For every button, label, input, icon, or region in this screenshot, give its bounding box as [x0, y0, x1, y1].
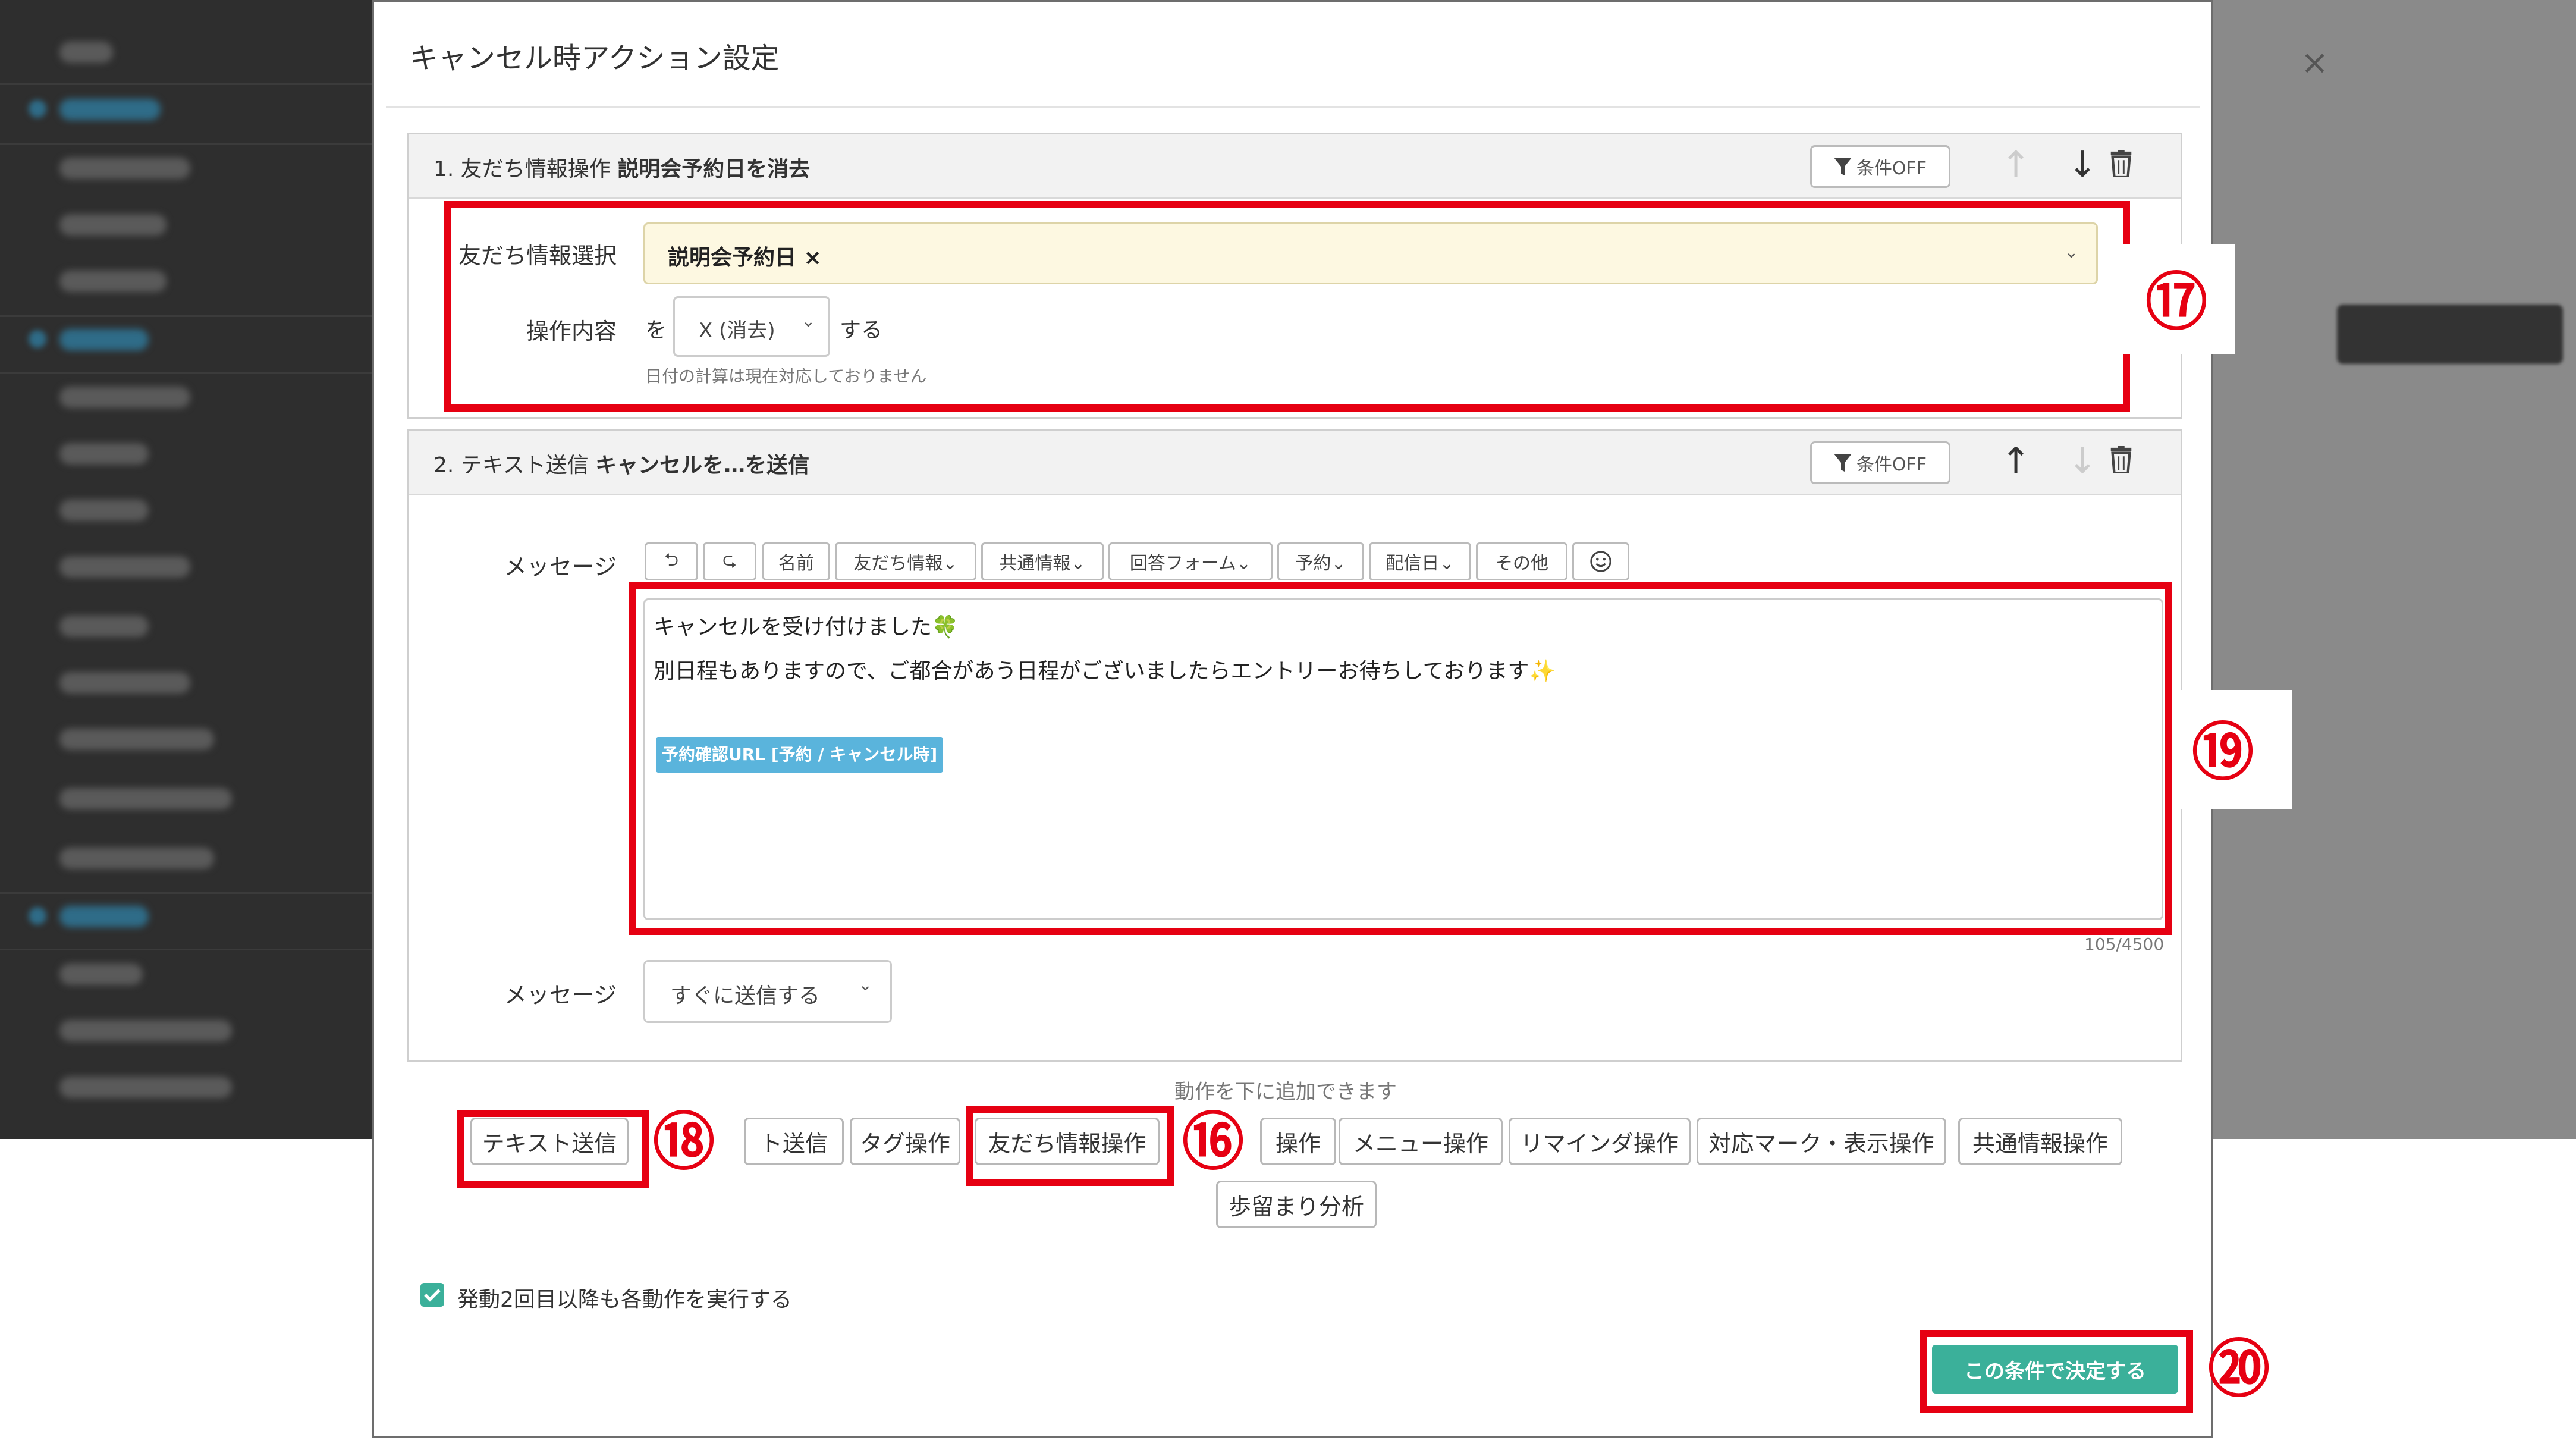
filter-icon [1833, 158, 1852, 175]
add-template-send-button[interactable]: ト送信 [744, 1118, 844, 1165]
repeat-checkbox[interactable] [420, 1283, 444, 1307]
emoji-button[interactable] [1572, 542, 1629, 580]
bg-menu-item [59, 556, 190, 578]
annotation-16: ⑯ [1182, 1104, 1244, 1178]
bg-divider [0, 315, 375, 317]
bg-menu-item [59, 616, 149, 637]
bg-divider [0, 949, 375, 950]
undo-button[interactable]: ⮌ [645, 542, 698, 580]
header-divider [386, 106, 2200, 108]
highlight-box-friend-info-operation [966, 1106, 1174, 1186]
bg-menu-item [59, 672, 190, 694]
char-count: 105/4500 [2084, 934, 2165, 954]
bg-menu-item [59, 443, 149, 465]
bg-menu-item [59, 42, 113, 63]
add-menu-operation-button[interactable]: メニュー操作 [1339, 1118, 1503, 1165]
bg-menu-item [59, 158, 190, 179]
bg-dot [29, 330, 46, 348]
bg-preview-button [2337, 305, 2563, 364]
add-reminder-operation-button[interactable]: リマインダ操作 [1509, 1118, 1691, 1165]
add-common-info-operation-button[interactable]: 共通情報操作 [1958, 1118, 2122, 1165]
bg-menu-item [59, 99, 161, 120]
chevron-down-icon: ⌄ [858, 975, 872, 994]
highlight-box-submit [1920, 1330, 2193, 1413]
timing-label: メッセージ [504, 982, 617, 1008]
bg-divider [0, 372, 375, 374]
action-index: 1. 友だち情報操作 [433, 157, 611, 181]
trash-icon[interactable] [2110, 446, 2132, 473]
arrow-down-icon[interactable]: ↓ [2068, 441, 2097, 481]
condition-off-button[interactable]: 条件OFF [1810, 145, 1950, 188]
add-mark-display-operation-button[interactable]: 対応マーク・表示操作 [1697, 1118, 1946, 1165]
smiley-icon [1590, 551, 1611, 572]
insert-friend-info-dropdown[interactable]: 友だち情報⌄ [835, 542, 976, 580]
condition-off-button[interactable]: 条件OFF [1810, 441, 1950, 484]
modal-title: キャンセル時アクション設定 [410, 42, 780, 75]
repeat-checkbox-label: 発動2回目以降も各動作を実行する [457, 1288, 792, 1312]
action-name: 説明会予約日を消去 [617, 157, 811, 181]
insert-common-info-dropdown[interactable]: 共通情報⌄ [981, 542, 1104, 580]
bg-menu-item [59, 1077, 232, 1098]
annotation-20: ⑳ [2207, 1332, 2270, 1405]
bg-dot [29, 100, 46, 118]
insert-other-button[interactable]: その他 [1476, 542, 1567, 580]
condition-label: 条件OFF [1856, 158, 1927, 179]
timing-select[interactable]: すぐに送信する ⌄ [643, 960, 892, 1023]
action-name: キャンセルを…を送信 [595, 453, 810, 478]
timing-value: すぐに送信する [670, 984, 821, 1008]
arrow-up-icon[interactable]: ↑ [2001, 145, 2031, 184]
message-toolbar: ⮌ ⮎ 名前 友だち情報⌄ 共通情報⌄ 回答フォーム⌄ 予約⌄ 配信日⌄ その他 [645, 542, 1655, 580]
redo-button[interactable]: ⮎ [703, 542, 756, 580]
annotation-17: ⑰ [2145, 265, 2207, 338]
bg-menu-item [59, 271, 167, 292]
annotation-18: ⑱ [652, 1104, 715, 1178]
arrow-up-icon[interactable]: ↑ [2001, 441, 2031, 481]
bg-divider [0, 143, 375, 145]
bg-menu-item [59, 329, 149, 350]
insert-form-dropdown[interactable]: 回答フォーム⌄ [1108, 542, 1273, 580]
bg-menu-item [59, 848, 214, 869]
bg-menu-item [59, 387, 190, 408]
bg-menu-item [59, 964, 143, 985]
add-operation-button[interactable]: 操作 [1260, 1118, 1336, 1165]
bg-menu-item [59, 1020, 232, 1041]
insert-delivery-date-dropdown[interactable]: 配信日⌄ [1369, 542, 1471, 580]
checkmark-icon [424, 1289, 441, 1302]
action-card-header: 1. 友だち情報操作 説明会予約日を消去 条件OFF ↑ ↓ [409, 134, 2181, 199]
highlight-box-text-send [457, 1110, 649, 1188]
arrow-down-icon[interactable]: ↓ [2068, 145, 2097, 184]
add-tag-operation-button[interactable]: タグ操作 [850, 1118, 960, 1165]
annotation-19: ⑲ [2191, 715, 2254, 789]
action-index: 2. テキスト送信 [433, 453, 589, 478]
bg-menu-item [59, 906, 149, 927]
bg-divider [0, 83, 375, 85]
insert-name-button[interactable]: 名前 [762, 542, 830, 580]
bg-dot [29, 907, 46, 925]
highlight-box-friend-info [444, 201, 2130, 412]
insert-reservation-dropdown[interactable]: 予約⌄ [1277, 542, 1364, 580]
condition-label: 条件OFF [1856, 454, 1927, 475]
action-title: 2. テキスト送信 キャンセルを…を送信 [433, 448, 809, 479]
bg-menu-item [59, 214, 167, 236]
action-title: 1. 友だち情報操作 説明会予約日を消去 [433, 152, 810, 183]
filter-icon [1833, 454, 1852, 472]
bg-menu-item [59, 788, 232, 809]
action-card-header: 2. テキスト送信 キャンセルを…を送信 条件OFF ↑ ↓ [409, 431, 2181, 495]
trash-icon[interactable] [2110, 150, 2132, 177]
add-yield-analysis-button[interactable]: 歩留まり分析 [1216, 1181, 1377, 1228]
background-sidebar [0, 0, 375, 1139]
highlight-box-message [629, 582, 2172, 935]
bg-divider [0, 892, 375, 894]
message-label: メッセージ [504, 554, 617, 580]
bg-menu-item [59, 500, 149, 521]
close-icon[interactable]: × [2301, 43, 2329, 82]
bg-menu-item [59, 729, 214, 750]
